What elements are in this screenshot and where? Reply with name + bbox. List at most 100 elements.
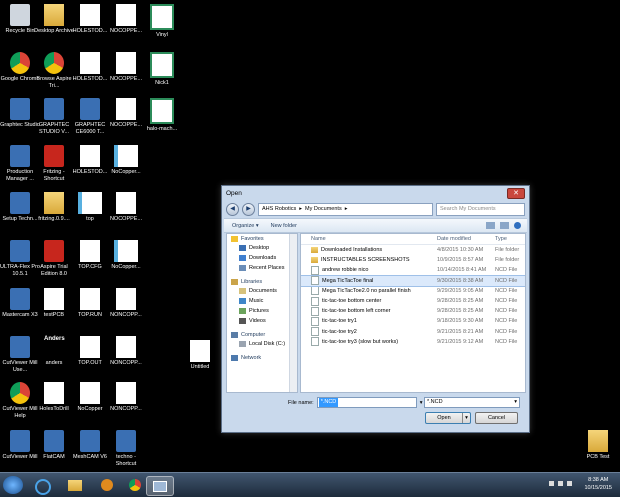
desktop-icon[interactable]: Fritzing - Shortcut [34,145,74,183]
file-row[interactable]: tic-tac-toe bottom left corner 9/28/2015 … [301,306,525,316]
organize-button[interactable]: Organize ▾ [232,223,259,229]
desktop-icon[interactable]: NoCopper... [106,145,146,176]
desktop-icon[interactable]: NOCOPPE... [106,52,146,83]
desktop-icon[interactable]: Anders anders [34,336,74,367]
breadcrumb-my-documents[interactable]: My Documents [305,204,342,215]
nav-item-desktop[interactable]: Desktop [227,243,297,253]
taskbar-open-dialog-window[interactable] [146,476,174,496]
nav-computer[interactable]: Computer [227,330,297,339]
desktop-icon[interactable]: GRAPHTEC STUDIO V... [34,98,74,136]
desktop-icon[interactable]: NOCOPPE... [106,98,146,129]
search-input[interactable]: Search My Documents [436,202,525,216]
nav-item-local-disk[interactable]: Local Disk (C:) [227,339,297,349]
file-row[interactable]: tic-tac-toe bottom center 9/28/2015 8:25 … [301,296,525,306]
nav-item-recent-places[interactable]: Recent Places [227,263,297,273]
desktop-icon[interactable]: testPCB [34,288,74,319]
dialog-title: Open [226,189,242,197]
file-row[interactable]: tic-tac-toe try3 (slow but works) 9/21/20… [301,337,525,347]
nav-item-documents[interactable]: Documents [227,286,297,296]
desktop-icon[interactable]: NoCopper [70,382,110,413]
desktop-icon-label: PCB Test [586,454,610,460]
desktop-icon[interactable]: TOP.CFG [70,240,110,271]
desktop-icon-label: halo-mach... [146,126,178,132]
cancel-button[interactable]: Cancel [475,412,518,424]
nav-item-pictures[interactable]: Pictures [227,306,297,316]
forward-button[interactable]: ▶ [242,202,255,216]
clock-time: 8:38 AM [588,477,609,483]
desktop-icon[interactable]: HOLESTOD... [70,145,110,176]
desktop-icon[interactable]: top [70,192,110,223]
dialog-titlebar[interactable]: Open [222,186,529,200]
desktop-icon[interactable]: TOP.OUT [70,336,110,367]
new-folder-button[interactable]: New folder [271,223,297,229]
desktop-icon[interactable]: Untitled [180,340,220,371]
help-icon[interactable] [514,222,521,229]
taskbar-chrome-icon[interactable] [122,476,148,494]
desktop-icon[interactable]: NoCopper... [106,240,146,271]
desktop-icon[interactable]: NOCOPPE... [106,4,146,35]
app-icon [44,430,64,452]
desktop-icon[interactable]: Aspire Trial Edition 8.0 [34,240,74,278]
desktop-icon[interactable]: NONCOPP... [106,382,146,413]
sheet-icon [78,192,102,214]
open-button[interactable]: Open ▾ [425,412,471,424]
desktop-icon[interactable]: NONCOPP... [106,336,146,367]
breadcrumb-ahs-robotics[interactable]: AHS Robotics [262,204,296,215]
nav-item-videos[interactable]: Videos [227,316,297,326]
clock[interactable]: 8:38 AM 10/15/2015 [584,476,612,492]
nav-item-music[interactable]: Music [227,296,297,306]
desktop-icon[interactable]: techno - Shortcut [106,430,146,468]
desktop-icon-label: Aspire Trial Edition 8.0 [40,264,68,277]
desktop-icon[interactable]: GRAPHTEC CE6000 T... [70,98,110,136]
tray-icons[interactable] [549,481,572,486]
nav-scrollbar[interactable] [289,234,297,392]
preview-pane-icon[interactable] [500,222,509,229]
file-row[interactable]: tic-tac-toe try1 9/18/2015 9:30 AM NCD Fil… [301,316,525,326]
filename-input[interactable]: *.NCD [316,397,417,408]
desktop-icon[interactable]: Nick1 [142,52,182,87]
filetype-select[interactable]: *.NCD ▾ [424,397,520,408]
taskbar-explorer-icon[interactable] [62,476,88,494]
file-row[interactable]: andrew robbie nico 10/14/2015 8:41 AM NCD … [301,265,525,275]
file-date: 9/21/2015 8:21 AM [437,328,484,335]
taskbar-ie-icon[interactable] [30,476,56,495]
nav-network[interactable]: Network [227,353,297,362]
desktop-icon[interactable]: MeshCAM V6 [70,430,110,461]
desktop-icon[interactable]: HOLESTOD... [70,4,110,35]
start-button[interactable] [3,476,23,494]
flag-icon[interactable] [549,481,554,486]
file-row[interactable]: Downloaded Installations 4/8/2015 10:30 A… [301,245,525,255]
close-button[interactable]: ✕ [507,188,525,199]
volume-icon[interactable] [567,481,572,486]
nav-favorites[interactable]: Favorites [227,234,297,243]
nav-item-downloads[interactable]: Downloads [227,253,297,263]
view-options-icon[interactable] [486,222,495,229]
desktop-icon[interactable]: TOP.RUN [70,288,110,319]
file-row[interactable]: tic-tac-toe try2 9/21/2015 8:21 AM NCD Fil… [301,327,525,337]
filename-dropdown-icon[interactable]: ▾ [420,400,423,406]
desktop-icon[interactable]: PCB Test [578,430,618,461]
desktop-icon[interactable]: NONCOPP... [106,288,146,319]
column-type[interactable]: Type [495,234,525,244]
desktop-icon[interactable]: fritzing.0.9.... [34,192,74,223]
desktop-icon[interactable]: FlatCAM [34,430,74,461]
network-tray-icon[interactable] [558,481,563,486]
desktop-icon[interactable]: halo-mach... [142,98,182,133]
taskbar-media-player-icon[interactable] [94,476,120,494]
back-button[interactable]: ◀ [226,202,239,216]
column-date-modified[interactable]: Date modified [437,234,495,244]
file-row[interactable]: Mega TicTacToe2.0 no parallel finish 9/29… [301,286,525,296]
desktop-icon[interactable]: Browse Aspire Tri... [34,52,74,90]
open-split-chevron-icon[interactable]: ▾ [462,413,470,423]
file-row[interactable]: INSTRUCTABLES SCREENSHOTS 10/9/2015 8:57 … [301,255,525,265]
nav-libraries[interactable]: Libraries [227,277,297,286]
file-name: Mega TicTacToe final [322,277,374,284]
desktop-icon[interactable]: Vinyl [142,4,182,39]
file-row[interactable]: Mega TicTacToe final 9/30/2015 8:38 AM NCD… [301,274,525,287]
desktop-icon[interactable]: NOCOPPE... [106,192,146,223]
desktop-icon[interactable]: HOLESTOD... [70,52,110,83]
desktop-icon[interactable]: HolesToDrill [34,382,74,413]
column-name[interactable]: Name [301,234,437,244]
address-bar[interactable]: AHS Robotics ▸ My Documents ▸ [258,202,433,216]
desktop-icon[interactable]: Desktop Archive [34,4,74,35]
